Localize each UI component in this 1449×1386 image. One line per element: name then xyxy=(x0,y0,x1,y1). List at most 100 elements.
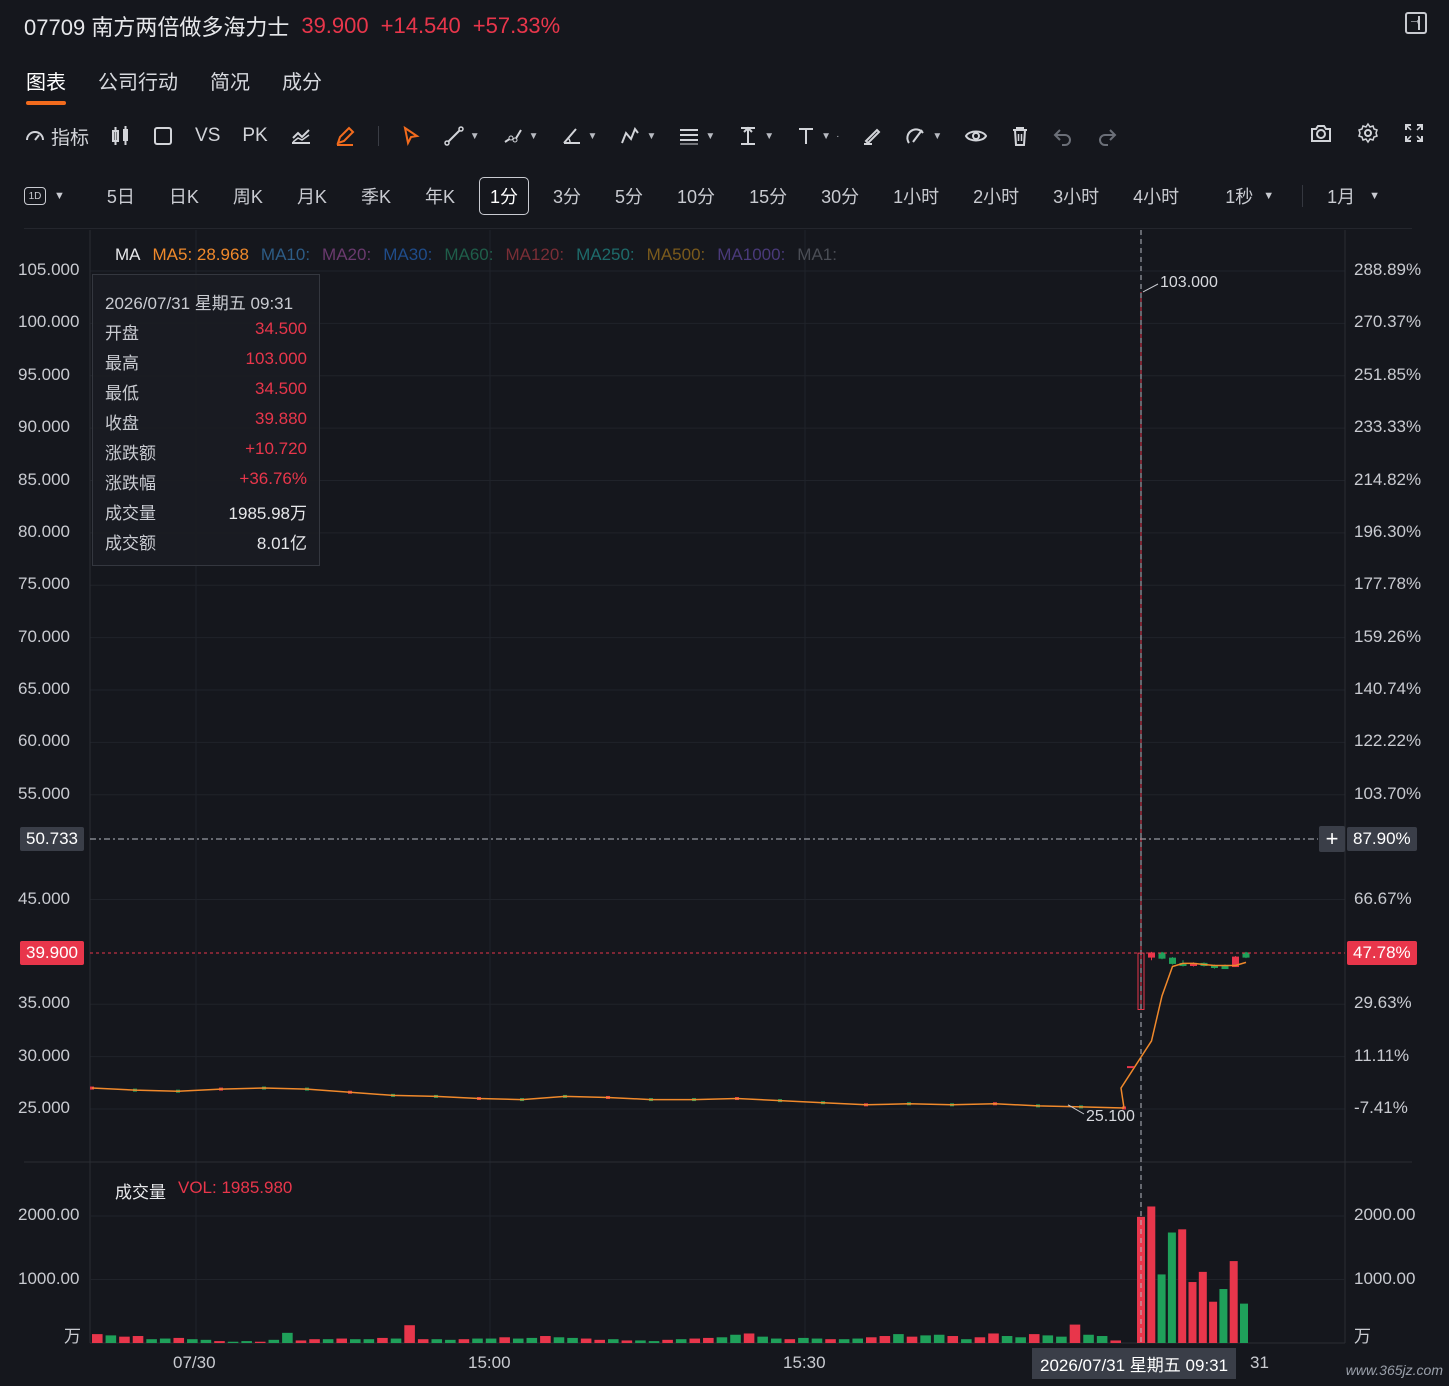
ma-legend-item: MA500: xyxy=(646,245,706,264)
volume-bar xyxy=(988,1333,999,1343)
volume-bar xyxy=(254,1341,266,1343)
ma-legend-item: MA5: 28.968 xyxy=(152,245,249,264)
volume-bar xyxy=(743,1333,755,1343)
y-tick-pct-label: 196.30% xyxy=(1354,521,1422,541)
ma5-line-post xyxy=(1120,961,1247,1109)
y-tick-pct-label: 233.33% xyxy=(1354,417,1422,437)
y-tick-label: 85.000 xyxy=(18,469,70,489)
volume-bar xyxy=(390,1338,402,1343)
volume-bar xyxy=(1209,1301,1218,1343)
volume-bar xyxy=(105,1335,117,1343)
volume-bar xyxy=(159,1338,171,1343)
tooltip-key: 涨跌幅 xyxy=(105,474,156,493)
x-tick-label: 15:30 xyxy=(783,1353,826,1372)
volume-bar xyxy=(350,1339,361,1343)
volume-bar xyxy=(1229,1261,1238,1343)
ma-legend: MA MA5: 28.968 MA10: MA20: MA30: MA60: MA120:… xyxy=(115,245,837,265)
ma-legend-item: MA30: xyxy=(383,245,433,264)
ohlc-tooltip: 2026/07/31 星期五 09:31 开盘 34.500 最高 103.000 最低… xyxy=(92,274,320,566)
volume-bar xyxy=(689,1338,701,1343)
high-leader xyxy=(1142,283,1159,293)
volume-bar xyxy=(1198,1271,1207,1343)
watermark: www.365jz.com xyxy=(1345,1362,1443,1378)
volume-bar xyxy=(404,1325,415,1343)
volume-bar xyxy=(866,1337,877,1343)
y-tick-pct-label: 177.78% xyxy=(1354,574,1422,594)
candle-body xyxy=(1221,966,1229,970)
volume-bar xyxy=(825,1339,836,1343)
y-tick-label: 60.000 xyxy=(18,731,70,751)
volume-bar xyxy=(961,1339,972,1343)
ma-legend-item: MA120: xyxy=(505,245,565,264)
volume-bar xyxy=(770,1338,782,1343)
tooltip-key: 最高 xyxy=(105,354,139,373)
y-tick-label: 70.000 xyxy=(18,626,70,646)
volume-bar xyxy=(92,1334,103,1343)
y-tick-pct-label: 214.82% xyxy=(1354,469,1422,489)
y-tick-pct-label: 66.67% xyxy=(1354,888,1412,908)
tooltip-value: 34.500 xyxy=(255,319,307,338)
volume-bar xyxy=(1219,1289,1228,1343)
volume-bar xyxy=(1110,1340,1121,1343)
crosshair-time-tag: 2026/07/31 星期五 09:31 xyxy=(1032,1348,1237,1379)
tooltip-key: 收盘 xyxy=(105,414,139,433)
volume-bar xyxy=(336,1338,347,1343)
y-tick-pct-label: 270.37% xyxy=(1354,312,1422,332)
volume-bar xyxy=(363,1339,375,1343)
volume-bar xyxy=(214,1341,225,1343)
volume-bar xyxy=(580,1338,592,1343)
crosshair-price-tag: 50.733 xyxy=(20,827,84,851)
add-alert-plus-icon[interactable]: + xyxy=(1319,826,1345,852)
volume-bar xyxy=(621,1340,633,1343)
tooltip-row: 收盘 39.880 xyxy=(105,409,307,439)
volume-bar xyxy=(1137,1216,1145,1343)
volume-bar xyxy=(933,1334,945,1343)
y-tick-pct-label: 159.26% xyxy=(1354,626,1422,646)
tooltip-value: +36.76% xyxy=(239,469,307,488)
y-tick-pct-label: 140.74% xyxy=(1354,679,1422,698)
volume-bar xyxy=(322,1339,334,1343)
volume-bar xyxy=(675,1339,687,1343)
volume-bar xyxy=(526,1337,538,1343)
volume-bar xyxy=(893,1334,904,1343)
volume-legend: 成交量 VOL: 1985.980 xyxy=(115,1178,292,1203)
volume-bar xyxy=(241,1341,252,1343)
volume-bar xyxy=(1240,1303,1248,1343)
volume-bar xyxy=(730,1334,741,1343)
volume-bar xyxy=(417,1339,429,1343)
tooltip-rows: 开盘 34.500 最高 103.000 最低 34.500 收盘 39.880 涨跌额 +10.… xyxy=(105,319,307,559)
volume-bar xyxy=(1056,1336,1067,1343)
volume-bar xyxy=(1042,1335,1054,1343)
y-tick-pct-label: 122.22% xyxy=(1354,731,1422,751)
volume-bar xyxy=(472,1338,483,1343)
volume-value: VOL: 1985.980 xyxy=(178,1178,293,1197)
volume-bar xyxy=(662,1339,673,1343)
volume-tick-label: 万 xyxy=(64,1327,81,1346)
ma-legend-item: MA1000: xyxy=(717,245,786,264)
volume-bar xyxy=(784,1339,796,1343)
tooltip-datetime: 2026/07/31 星期五 09:31 xyxy=(105,294,294,313)
volume-tick-label-right: 1000.00 xyxy=(1354,1268,1416,1288)
volume-bar xyxy=(445,1339,456,1343)
ma-legend-title: MA xyxy=(115,245,141,264)
last-price-tag: 39.900 xyxy=(20,941,84,965)
volume-bar xyxy=(512,1338,524,1343)
crosshair-pct-tag: 87.90% xyxy=(1347,827,1417,851)
x-tick-label: 15:00 xyxy=(468,1353,511,1372)
y-tick-label: 35.000 xyxy=(18,993,70,1013)
ma-legend-item: MA10: xyxy=(260,245,311,264)
tooltip-row: 最低 34.500 xyxy=(105,379,307,409)
y-tick-pct-label: 103.70% xyxy=(1354,783,1422,803)
high-annotation: 103.000 xyxy=(1160,274,1218,291)
volume-bar xyxy=(268,1339,280,1343)
tooltip-row: 成交额 8.01亿 xyxy=(105,529,307,559)
y-tick-label: 100.000 xyxy=(18,312,80,332)
volume-bar xyxy=(377,1337,388,1343)
volume-tick-label: 2000.00 xyxy=(18,1205,80,1224)
volume-bar xyxy=(648,1341,660,1343)
volume-bar xyxy=(757,1336,768,1343)
y-tick-pct-label: 11.11% xyxy=(1354,1045,1410,1065)
tooltip-row: 最高 103.000 xyxy=(105,349,307,379)
volume-bar xyxy=(200,1339,212,1343)
y-tick-label: 105.000 xyxy=(18,260,80,279)
